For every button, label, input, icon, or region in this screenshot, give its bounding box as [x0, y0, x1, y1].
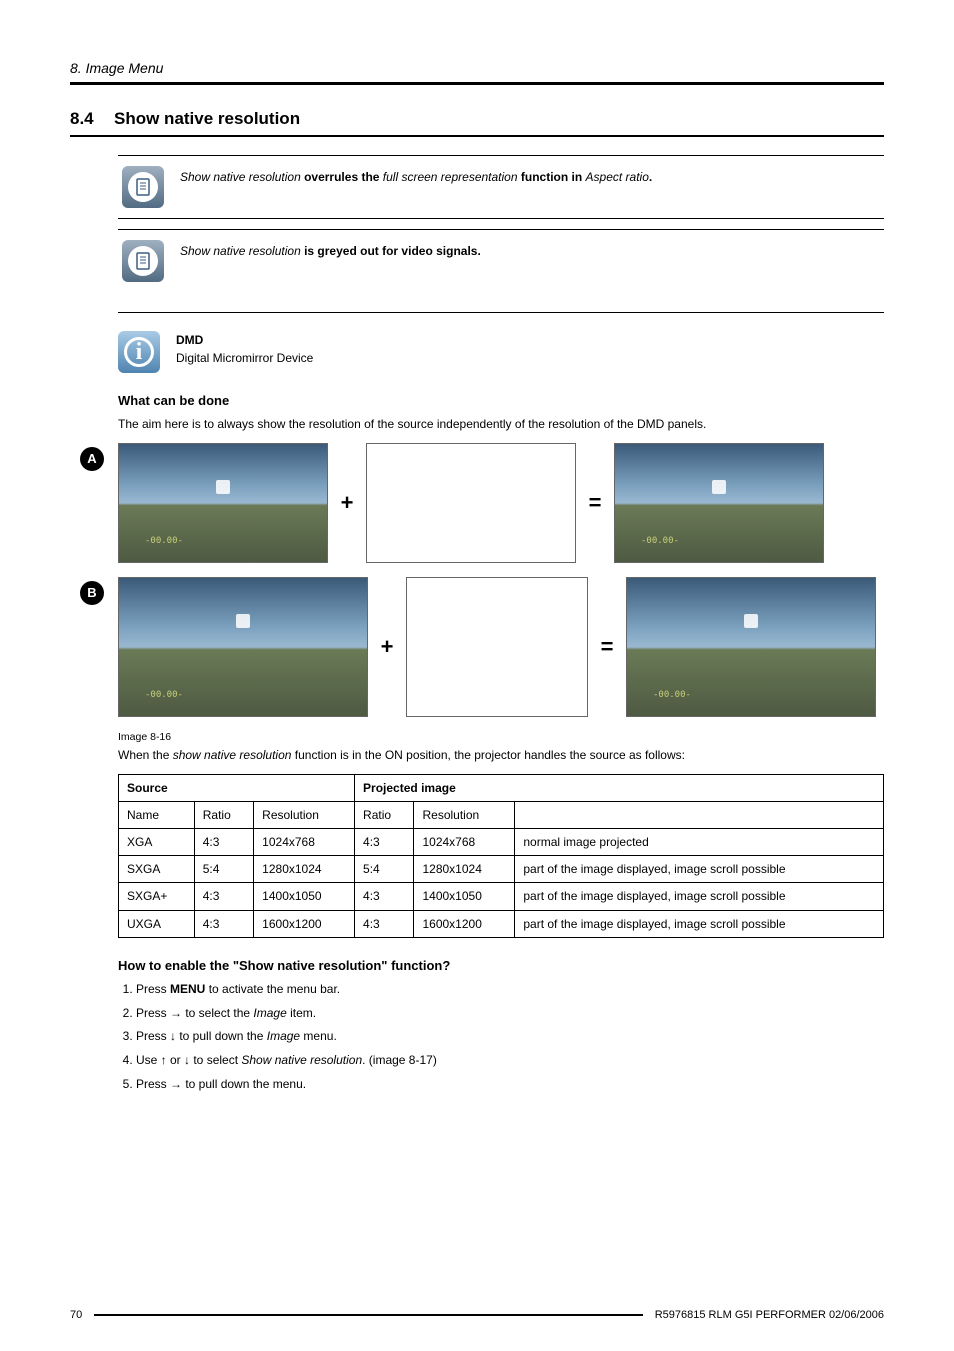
note-box-1: Show native resolution overrules the ful… — [118, 156, 884, 219]
table-cell: 1400x1050 — [414, 883, 515, 910]
col-res: Resolution — [254, 801, 355, 828]
badge-b: B — [80, 581, 104, 605]
step-item: Press → to select the Image item. — [136, 1005, 884, 1022]
table-cell: SXGA+ — [119, 883, 195, 910]
table-cell: SXGA — [119, 856, 195, 883]
table-cell: normal image projected — [515, 828, 884, 855]
equals-icon: = — [598, 634, 616, 660]
table-cell: 1400x1050 — [254, 883, 355, 910]
table-cell: 4:3 — [194, 910, 253, 937]
table-cell: 4:3 — [355, 910, 414, 937]
subheading-how: How to enable the "Show native resolutio… — [118, 958, 884, 973]
table-row: XGA4:31024x7684:31024x768normal image pr… — [119, 828, 884, 855]
note-icon — [122, 240, 164, 282]
image-caption: Image 8-16 — [118, 731, 884, 743]
step-item: Press ↓ to pull down the Image menu. — [136, 1028, 884, 1045]
chapter-header: 8. Image Menu — [70, 60, 884, 85]
follow-caption: When the show native resolution function… — [118, 747, 884, 764]
table-cell: 4:3 — [194, 883, 253, 910]
col-ratio: Ratio — [194, 801, 253, 828]
note-box-2: Show native resolution is greyed out for… — [118, 229, 884, 313]
body-paragraph: The aim here is to always show the resol… — [118, 416, 884, 433]
table-cell: part of the image displayed, image scrol… — [515, 910, 884, 937]
table-cell: 1024x768 — [254, 828, 355, 855]
note-2-text: Show native resolution is greyed out for… — [180, 240, 880, 258]
diagram: A -00.00- + = -00.00- B -00.00- + = -00.… — [118, 443, 884, 717]
step-item: Press → to pull down the menu. — [136, 1076, 884, 1093]
info-desc: Digital Micromirror Device — [176, 351, 313, 365]
table-cell: 1280x1024 — [414, 856, 515, 883]
section-title: 8.4Show native resolution — [70, 109, 884, 137]
col-note — [515, 801, 884, 828]
table-cell: 1600x1200 — [414, 910, 515, 937]
table-cell: 4:3 — [194, 828, 253, 855]
table-cell: 1280x1024 — [254, 856, 355, 883]
table-row: SXGA+4:31400x10504:31400x1050part of the… — [119, 883, 884, 910]
table-header-group: Source Projected image — [119, 774, 884, 801]
table-subheader: Name Ratio Resolution Ratio Resolution — [119, 801, 884, 828]
resolution-table: Source Projected image Name Ratio Resolu… — [118, 774, 884, 938]
table-cell: XGA — [119, 828, 195, 855]
th-source: Source — [119, 774, 355, 801]
table-cell: 1600x1200 — [254, 910, 355, 937]
info-icon: i — [118, 331, 160, 373]
table-cell: 1024x768 — [414, 828, 515, 855]
page-footer: 70 R5976815 RLM G5I PERFORMER 02/06/2006 — [70, 1309, 884, 1321]
th-projected: Projected image — [355, 774, 884, 801]
plus-icon: + — [378, 634, 396, 660]
doc-id: R5976815 RLM G5I PERFORMER 02/06/2006 — [655, 1309, 884, 1321]
panel-result-b: -00.00- — [626, 577, 876, 717]
subheading-what: What can be done — [118, 393, 884, 408]
panel-src-b: -00.00- — [118, 577, 368, 717]
step-item: Use ↑ or ↓ to select Show native resolut… — [136, 1052, 884, 1069]
table-cell: UXGA — [119, 910, 195, 937]
plus-icon: + — [338, 490, 356, 516]
equals-icon: = — [586, 490, 604, 516]
note-1-text: Show native resolution overrules the ful… — [180, 166, 880, 184]
info-term: DMD — [176, 333, 313, 347]
note-icon — [122, 166, 164, 208]
panel-src-a: -00.00- — [118, 443, 328, 563]
table-cell: 5:4 — [194, 856, 253, 883]
section-name: Show native resolution — [114, 109, 300, 128]
table-cell: 4:3 — [355, 828, 414, 855]
panel-blank-a — [366, 443, 576, 563]
table-cell: 5:4 — [355, 856, 414, 883]
panel-result-a: -00.00- — [614, 443, 824, 563]
col-ratio2: Ratio — [355, 801, 414, 828]
panel-blank-b — [406, 577, 588, 717]
table-cell: part of the image displayed, image scrol… — [515, 856, 884, 883]
diagram-row-b: B -00.00- + = -00.00- — [78, 577, 884, 717]
diagram-row-a: A -00.00- + = -00.00- — [118, 443, 884, 563]
section-number: 8.4 — [70, 109, 114, 129]
steps-list: Press MENU to activate the menu bar. Pres… — [118, 981, 884, 1093]
page-number: 70 — [70, 1309, 82, 1321]
table-cell: 4:3 — [355, 883, 414, 910]
table-row: UXGA4:31600x12004:31600x1200part of the … — [119, 910, 884, 937]
col-name: Name — [119, 801, 195, 828]
table-row: SXGA5:41280x10245:41280x1024part of the … — [119, 856, 884, 883]
badge-a: A — [80, 447, 104, 471]
step-item: Press MENU to activate the menu bar. — [136, 981, 884, 998]
info-box: i DMD Digital Micromirror Device — [118, 331, 884, 373]
col-res2: Resolution — [414, 801, 515, 828]
footer-rule — [94, 1314, 642, 1316]
table-cell: part of the image displayed, image scrol… — [515, 883, 884, 910]
